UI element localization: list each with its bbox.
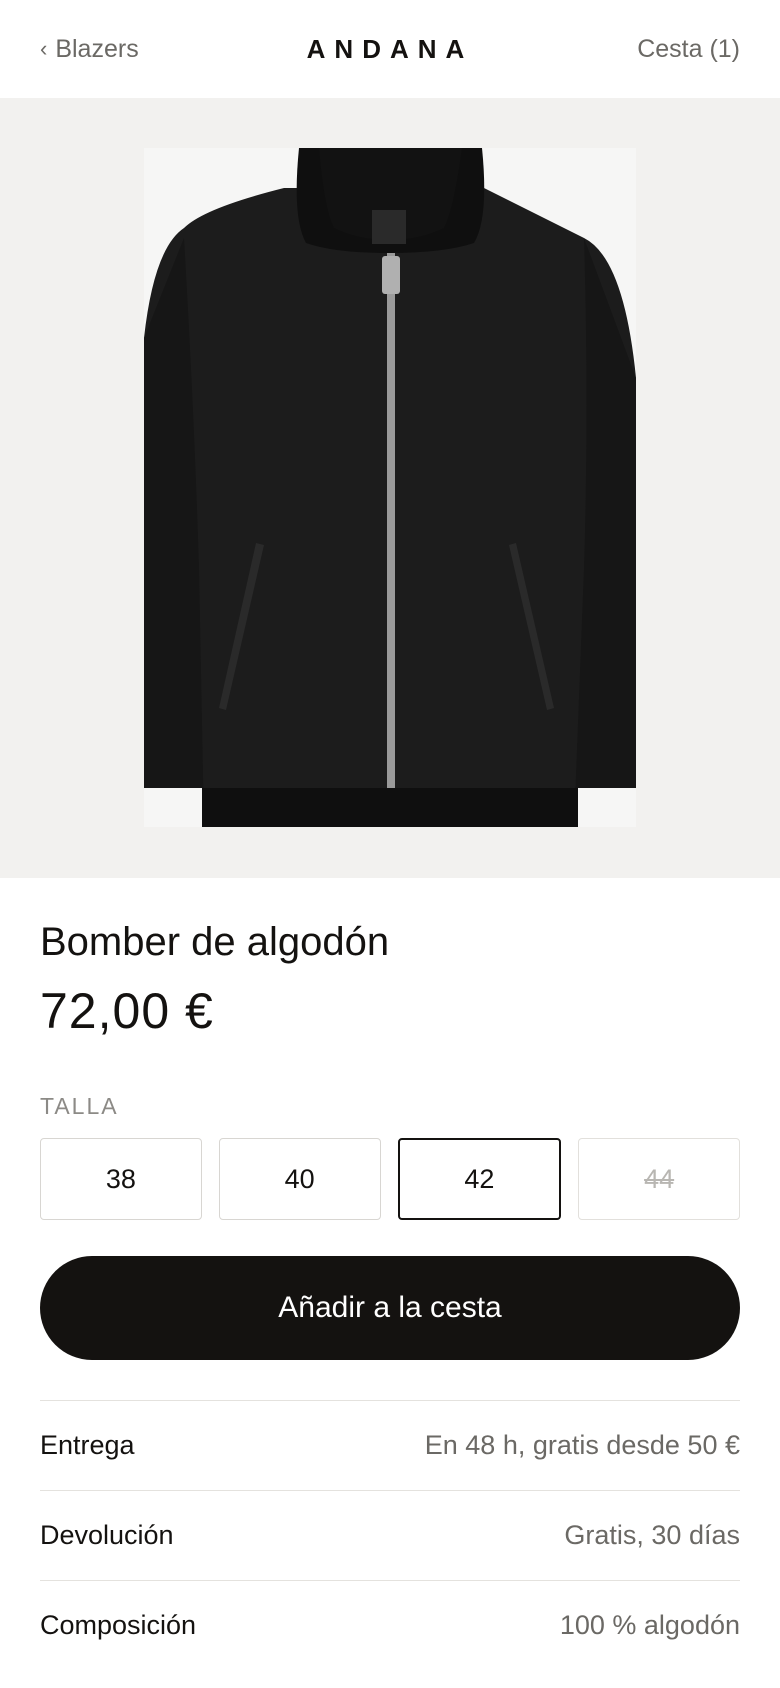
product-image-area	[0, 98, 780, 878]
detail-row-returns: Devolución Gratis, 30 días	[40, 1490, 740, 1580]
size-option-42[interactable]: 42	[397, 1138, 562, 1220]
size-selector: 38 40 42 44	[40, 1138, 740, 1220]
chevron-left-icon: ‹	[40, 36, 48, 61]
size-option-44: 44	[578, 1138, 740, 1220]
detail-key: Devolución	[40, 1520, 174, 1550]
cart-link[interactable]: Cesta (1)	[637, 0, 740, 98]
detail-value: Gratis, 30 días	[564, 1520, 740, 1550]
product-details: Entrega En 48 h, gratis desde 50 € Devol…	[40, 1400, 740, 1670]
size-option-38[interactable]: 38	[40, 1138, 202, 1220]
product-info: Bomber de algodón 72,00 € TALLA 38 40 42…	[40, 878, 740, 1670]
size-option-40[interactable]: 40	[218, 1138, 381, 1220]
back-link[interactable]: ‹ Blazers	[40, 0, 139, 98]
product-photo	[144, 148, 636, 827]
top-bar: ‹ Blazers ANDANA Cesta (1)	[0, 0, 780, 98]
detail-row-delivery: Entrega En 48 h, gratis desde 50 €	[40, 1400, 740, 1490]
detail-row-composition: Composición 100 % algodón	[40, 1580, 740, 1670]
back-label: Blazers	[55, 34, 139, 63]
detail-key: Entrega	[40, 1430, 135, 1460]
detail-key: Composición	[40, 1610, 197, 1640]
bomber-jacket-image	[144, 148, 636, 827]
size-label: TALLA	[40, 1093, 119, 1119]
product-title: Bomber de algodón	[40, 920, 390, 964]
detail-value: En 48 h, gratis desde 50 €	[424, 1430, 740, 1460]
add-to-cart-button[interactable]: Añadir a la cesta	[40, 1256, 740, 1360]
detail-value: 100 % algodón	[559, 1610, 740, 1640]
product-price: 72,00 €	[40, 983, 214, 1039]
